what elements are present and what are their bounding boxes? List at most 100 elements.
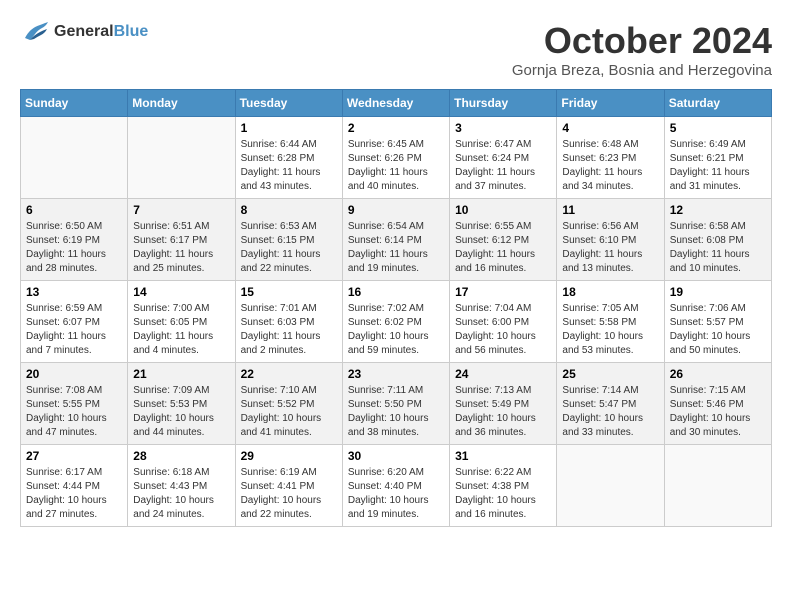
day-number: 9 [348, 203, 444, 217]
day-number: 11 [562, 203, 658, 217]
calendar-cell [21, 117, 128, 199]
calendar-cell: 6 Sunrise: 6:50 AM Sunset: 6:19 PM Daylig… [21, 199, 128, 281]
calendar-cell [664, 445, 771, 527]
day-info: Sunrise: 6:19 AM Sunset: 4:41 PM Dayligh… [241, 466, 337, 522]
day-number: 8 [241, 203, 337, 217]
title-section: October 2024 Gornja Breza, Bosnia and He… [512, 20, 772, 79]
weekday-header-sunday: Sunday [21, 90, 128, 117]
calendar-cell: 27 Sunrise: 6:17 AM Sunset: 4:44 PM Dayli… [21, 445, 128, 527]
calendar-cell: 4 Sunrise: 6:48 AM Sunset: 6:23 PM Daylig… [557, 117, 664, 199]
calendar-cell: 9 Sunrise: 6:54 AM Sunset: 6:14 PM Daylig… [342, 199, 449, 281]
weekday-header-monday: Monday [128, 90, 235, 117]
calendar-week-row-5: 27 Sunrise: 6:17 AM Sunset: 4:44 PM Dayli… [21, 445, 772, 527]
location: Gornja Breza, Bosnia and Herzegovina [512, 62, 772, 79]
weekday-header-tuesday: Tuesday [235, 90, 342, 117]
calendar-cell: 29 Sunrise: 6:19 AM Sunset: 4:41 PM Dayli… [235, 445, 342, 527]
calendar-cell: 20 Sunrise: 7:08 AM Sunset: 5:55 PM Dayli… [21, 363, 128, 445]
weekday-header-wednesday: Wednesday [342, 90, 449, 117]
day-info: Sunrise: 6:54 AM Sunset: 6:14 PM Dayligh… [348, 220, 444, 276]
day-number: 4 [562, 121, 658, 135]
day-number: 19 [670, 285, 766, 299]
day-info: Sunrise: 6:53 AM Sunset: 6:15 PM Dayligh… [241, 220, 337, 276]
calendar-cell: 2 Sunrise: 6:45 AM Sunset: 6:26 PM Daylig… [342, 117, 449, 199]
day-info: Sunrise: 7:11 AM Sunset: 5:50 PM Dayligh… [348, 384, 444, 440]
day-number: 18 [562, 285, 658, 299]
day-number: 28 [133, 449, 229, 463]
calendar-cell: 25Sunrise: 7:14 AM Sunset: 5:47 PM Dayli… [557, 363, 664, 445]
day-info: Sunrise: 7:00 AM Sunset: 6:05 PM Dayligh… [133, 302, 229, 358]
calendar-cell: 1 Sunrise: 6:44 AM Sunset: 6:28 PM Daylig… [235, 117, 342, 199]
weekday-header-saturday: Saturday [664, 90, 771, 117]
day-info: Sunrise: 6:56 AM Sunset: 6:10 PM Dayligh… [562, 220, 658, 276]
day-info: Sunrise: 7:04 AM Sunset: 6:00 PM Dayligh… [455, 302, 551, 358]
calendar-week-row-1: 1 Sunrise: 6:44 AM Sunset: 6:28 PM Daylig… [21, 117, 772, 199]
day-number: 12 [670, 203, 766, 217]
calendar-cell: 26 Sunrise: 7:15 AM Sunset: 5:46 PM Dayli… [664, 363, 771, 445]
calendar-cell: 28 Sunrise: 6:18 AM Sunset: 4:43 PM Dayli… [128, 445, 235, 527]
day-number: 24 [455, 367, 551, 381]
day-number: 10 [455, 203, 551, 217]
calendar-cell [128, 117, 235, 199]
day-number: 20 [26, 367, 122, 381]
calendar-week-row-3: 13Sunrise: 6:59 AM Sunset: 6:07 PM Dayli… [21, 281, 772, 363]
day-number: 3 [455, 121, 551, 135]
calendar-cell: 23 Sunrise: 7:11 AM Sunset: 5:50 PM Dayli… [342, 363, 449, 445]
day-number: 14 [133, 285, 229, 299]
calendar-cell: 18Sunrise: 7:05 AM Sunset: 5:58 PM Dayli… [557, 281, 664, 363]
logo-text: GeneralBlue [54, 22, 148, 41]
day-number: 31 [455, 449, 551, 463]
calendar-cell: 8 Sunrise: 6:53 AM Sunset: 6:15 PM Daylig… [235, 199, 342, 281]
day-info: Sunrise: 7:10 AM Sunset: 5:52 PM Dayligh… [241, 384, 337, 440]
day-number: 30 [348, 449, 444, 463]
weekday-header-friday: Friday [557, 90, 664, 117]
calendar-cell: 10 Sunrise: 6:55 AM Sunset: 6:12 PM Dayli… [450, 199, 557, 281]
day-info: Sunrise: 6:49 AM Sunset: 6:21 PM Dayligh… [670, 138, 766, 194]
day-number: 23 [348, 367, 444, 381]
day-number: 25 [562, 367, 658, 381]
calendar-cell: 22 Sunrise: 7:10 AM Sunset: 5:52 PM Dayli… [235, 363, 342, 445]
day-info: Sunrise: 6:50 AM Sunset: 6:19 PM Dayligh… [26, 220, 122, 276]
day-info: Sunrise: 6:48 AM Sunset: 6:23 PM Dayligh… [562, 138, 658, 194]
day-info: Sunrise: 7:15 AM Sunset: 5:46 PM Dayligh… [670, 384, 766, 440]
day-info: Sunrise: 7:09 AM Sunset: 5:53 PM Dayligh… [133, 384, 229, 440]
calendar-cell: 17 Sunrise: 7:04 AM Sunset: 6:00 PM Dayli… [450, 281, 557, 363]
calendar-cell: 30Sunrise: 6:20 AM Sunset: 4:40 PM Dayli… [342, 445, 449, 527]
day-info: Sunrise: 6:18 AM Sunset: 4:43 PM Dayligh… [133, 466, 229, 522]
day-number: 27 [26, 449, 122, 463]
calendar-cell: 12Sunrise: 6:58 AM Sunset: 6:08 PM Dayli… [664, 199, 771, 281]
weekday-header-row: SundayMondayTuesdayWednesdayThursdayFrid… [21, 90, 772, 117]
calendar-cell: 19Sunrise: 7:06 AM Sunset: 5:57 PM Dayli… [664, 281, 771, 363]
calendar-week-row-2: 6 Sunrise: 6:50 AM Sunset: 6:19 PM Daylig… [21, 199, 772, 281]
day-number: 22 [241, 367, 337, 381]
day-number: 1 [241, 121, 337, 135]
calendar-week-row-4: 20 Sunrise: 7:08 AM Sunset: 5:55 PM Dayli… [21, 363, 772, 445]
day-info: Sunrise: 6:55 AM Sunset: 6:12 PM Dayligh… [455, 220, 551, 276]
day-number: 21 [133, 367, 229, 381]
day-info: Sunrise: 6:17 AM Sunset: 4:44 PM Dayligh… [26, 466, 122, 522]
day-number: 17 [455, 285, 551, 299]
calendar-cell: 24 Sunrise: 7:13 AM Sunset: 5:49 PM Dayli… [450, 363, 557, 445]
calendar-cell [557, 445, 664, 527]
day-info: Sunrise: 7:08 AM Sunset: 5:55 PM Dayligh… [26, 384, 122, 440]
day-number: 6 [26, 203, 122, 217]
calendar-cell: 14 Sunrise: 7:00 AM Sunset: 6:05 PM Dayli… [128, 281, 235, 363]
day-number: 26 [670, 367, 766, 381]
calendar-cell: 11 Sunrise: 6:56 AM Sunset: 6:10 PM Dayli… [557, 199, 664, 281]
day-number: 2 [348, 121, 444, 135]
calendar-cell: 21 Sunrise: 7:09 AM Sunset: 5:53 PM Dayli… [128, 363, 235, 445]
day-info: Sunrise: 6:47 AM Sunset: 6:24 PM Dayligh… [455, 138, 551, 194]
day-info: Sunrise: 7:13 AM Sunset: 5:49 PM Dayligh… [455, 384, 551, 440]
day-info: Sunrise: 6:45 AM Sunset: 6:26 PM Dayligh… [348, 138, 444, 194]
day-number: 15 [241, 285, 337, 299]
calendar-cell: 13Sunrise: 6:59 AM Sunset: 6:07 PM Dayli… [21, 281, 128, 363]
logo: GeneralBlue [20, 20, 148, 44]
calendar-cell: 5Sunrise: 6:49 AM Sunset: 6:21 PM Daylig… [664, 117, 771, 199]
calendar-cell: 16Sunrise: 7:02 AM Sunset: 6:02 PM Dayli… [342, 281, 449, 363]
month-title: October 2024 [512, 20, 772, 62]
logo-bird-icon [20, 20, 50, 44]
day-number: 29 [241, 449, 337, 463]
calendar-cell: 15Sunrise: 7:01 AM Sunset: 6:03 PM Dayli… [235, 281, 342, 363]
day-info: Sunrise: 7:02 AM Sunset: 6:02 PM Dayligh… [348, 302, 444, 358]
day-info: Sunrise: 6:44 AM Sunset: 6:28 PM Dayligh… [241, 138, 337, 194]
page-header: GeneralBlue October 2024 Gornja Breza, B… [20, 20, 772, 79]
